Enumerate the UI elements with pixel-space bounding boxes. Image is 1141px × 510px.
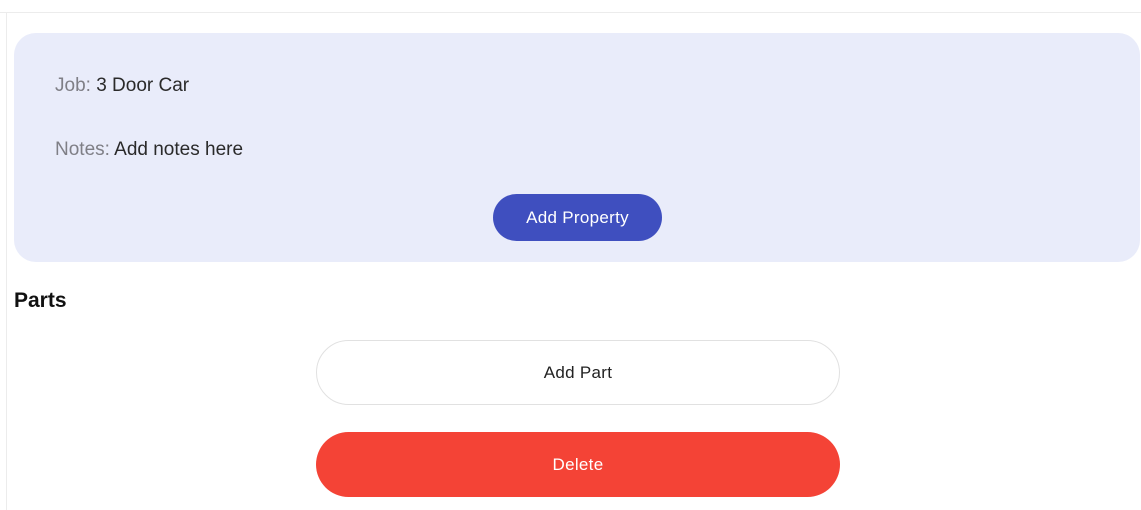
notes-label: Notes: xyxy=(55,139,110,160)
parts-section-title: Parts xyxy=(14,289,67,312)
notes-value[interactable]: Add notes here xyxy=(114,139,243,160)
left-divider xyxy=(6,12,7,510)
delete-button[interactable]: Delete xyxy=(316,432,840,497)
job-field: Job: 3 Door Car xyxy=(55,75,189,97)
add-property-button[interactable]: Add Property xyxy=(493,194,662,241)
job-value: 3 Door Car xyxy=(96,75,190,96)
notes-field[interactable]: Notes: Add notes here xyxy=(55,139,243,161)
job-label: Job: xyxy=(55,75,91,96)
job-info-card: Job: 3 Door Car Notes: Add notes here Ad… xyxy=(14,33,1140,262)
top-divider xyxy=(0,12,1141,13)
add-part-button[interactable]: Add Part xyxy=(316,340,840,405)
job-detail-page: Job: 3 Door Car Notes: Add notes here Ad… xyxy=(0,0,1141,510)
